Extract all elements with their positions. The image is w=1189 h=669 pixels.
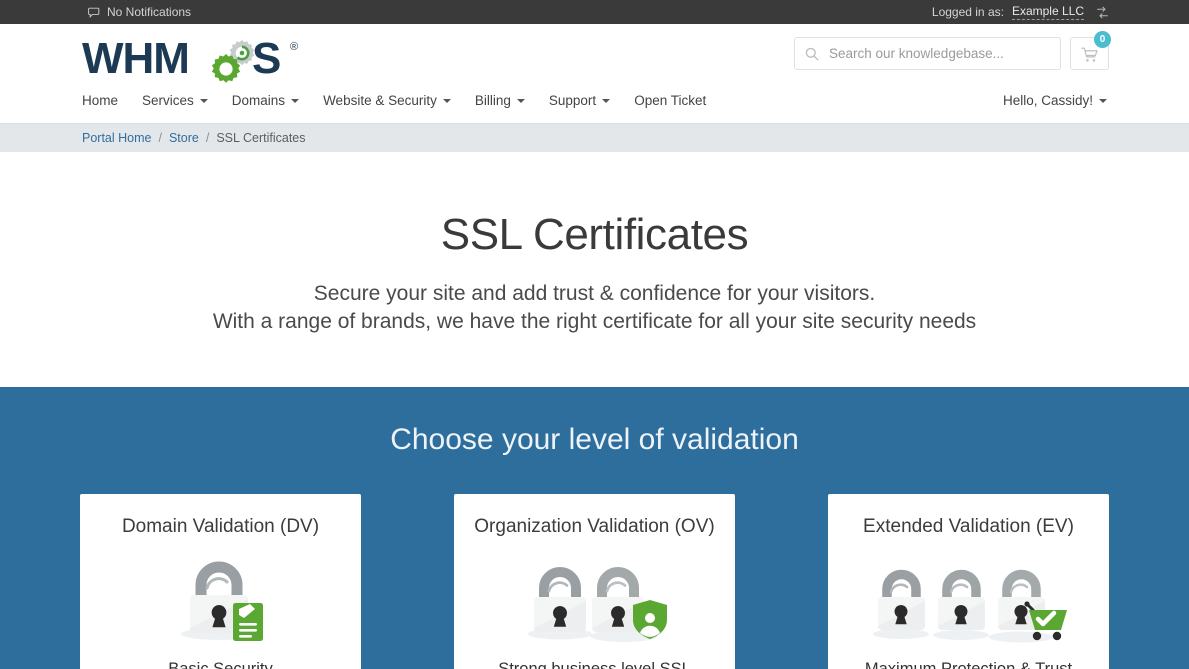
search-box[interactable] [794,37,1061,70]
nav-item-label: Support [548,93,597,108]
account-menu[interactable]: Hello, Cassidy! [1001,88,1109,113]
one-padlock-with-document-icon [98,548,343,644]
hero-section: SSL Certificates Secure your site and ad… [0,152,1189,388]
nav-item-label: Open Ticket [634,93,707,108]
shopping-cart-icon [1081,47,1098,63]
nav-item-support[interactable]: Support [537,88,622,113]
card-subtitle: Basic Security [98,660,343,669]
cart-count-badge: 0 [1094,31,1111,48]
validation-card-list: Domain Validation (DV) Basic Security [80,494,1109,669]
card-title: Organization Validation (OV) [474,516,715,538]
account-navigation: Hello, Cassidy! [1001,88,1109,113]
header-actions: 0 [794,31,1111,70]
svg-text:®: ® [290,41,298,53]
chevron-down-icon [1099,98,1107,103]
breadcrumb-item-portal-home[interactable]: Portal Home [82,131,151,145]
logged-in-as: Logged in as: Example LLC [932,4,1109,20]
nav-item-label: Website & Security [323,93,437,108]
svg-text:S: S [252,34,281,83]
chevron-down-icon [199,98,208,103]
breadcrumb-separator: / [158,131,162,145]
breadcrumb-bar: Portal Home / Store / SSL Certificates [0,123,1189,152]
nav-item-website-security[interactable]: Website & Security [311,88,463,113]
card-title: Domain Validation (DV) [121,516,320,538]
nav-item-domains[interactable]: Domains [220,88,311,113]
svg-text:WHM: WHM [82,34,189,83]
card-title: Extended Validation (EV) [863,516,1074,538]
hero-subtitle-line-2: With a range of brands, we have the righ… [212,309,977,333]
site-header: WHM S ® Search our knowledgebase... 0 Ho… [0,24,1189,123]
chevron-down-icon [602,98,611,103]
card-subtitle: Strong business level SSL [472,660,717,669]
nav-item-label: Home [82,93,119,108]
validation-card-dv[interactable]: Domain Validation (DV) Basic Security [80,494,361,669]
validation-levels-section: Choose your level of validation Domain V… [0,387,1189,669]
chevron-down-icon [442,98,451,103]
switch-account-icon[interactable] [1096,6,1109,19]
search-input[interactable] [829,46,1050,61]
search-icon [805,47,819,61]
logged-in-label: Logged in as: [931,5,1004,19]
whmcs-logo[interactable]: WHM S ® [82,32,307,84]
chevron-down-icon [291,98,300,103]
account-menu-label: Hello, Cassidy! [1002,93,1093,108]
card-subtitle: Maximum Protection & Trust [846,660,1091,669]
nav-item-home[interactable]: Home [80,88,130,113]
validation-card-ov[interactable]: Organization Validation (OV) [454,494,735,669]
three-padlocks-with-cart-icon [846,548,1091,644]
nav-item-services[interactable]: Services [130,88,220,113]
two-padlocks-with-shield-icon [472,548,717,644]
page-title: SSL Certificates [440,210,749,259]
nav-item-label: Domains [231,93,286,108]
nav-item-billing[interactable]: Billing [463,88,537,113]
notifications-indicator[interactable]: No Notifications [88,5,191,19]
nav-item-label: Billing [474,93,511,108]
breadcrumb-item-current: SSL Certificates [216,131,306,145]
breadcrumb-separator: / [205,131,210,145]
primary-navigation: Home Services Domains Website & Security… [80,88,718,113]
shopping-cart-button[interactable]: 0 [1070,31,1111,70]
validation-card-ev[interactable]: Extended Validation (EV) [828,494,1109,669]
nav-item-open-ticket[interactable]: Open Ticket [622,88,718,113]
nav-item-label: Services [142,93,194,108]
validation-section-heading: Choose your level of validation [390,423,799,457]
breadcrumb: Portal Home / Store / SSL Certificates [80,131,1109,145]
flag-icon [88,7,101,18]
top-utility-bar: No Notifications Logged in as: Example L… [0,0,1189,24]
notifications-label: No Notifications [107,5,192,19]
hero-subtitle-line-1: Secure your site and add trust & confide… [313,282,876,305]
breadcrumb-item-store[interactable]: Store [169,131,199,145]
chevron-down-icon [516,98,525,103]
logged-in-entity[interactable]: Example LLC [1011,4,1084,20]
